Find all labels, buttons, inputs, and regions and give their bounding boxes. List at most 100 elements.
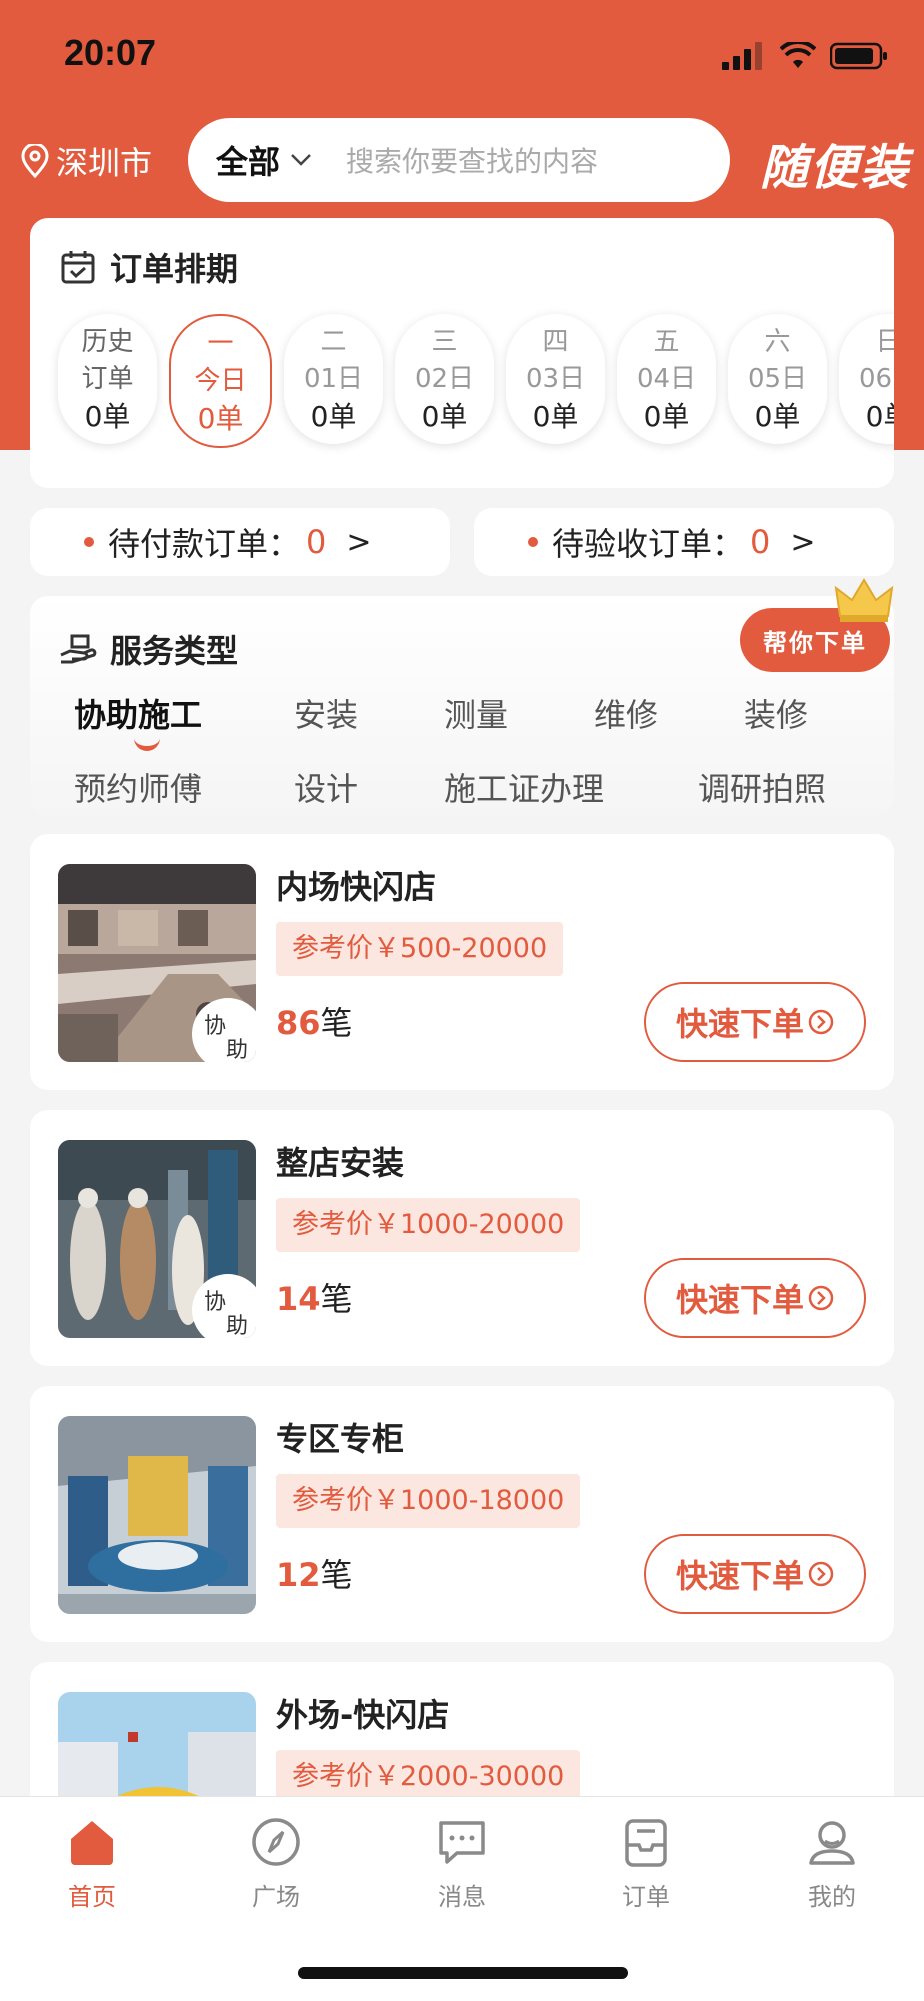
product-name: 整店安装	[276, 1144, 405, 1182]
day-count: 0单	[421, 399, 468, 433]
service-types-section: 服务类型 帮你下单 协助施工 安装 测量 维修 装修 预约师傅 设计 施工证办理…	[30, 578, 894, 816]
day-date: 03日	[525, 363, 586, 394]
schedule-days: 历史 订单 0单 一 今日 0单 二 01日 0单 三 02日 0单 四 03日…	[58, 314, 894, 448]
order-count: 12笔	[276, 1550, 353, 1596]
quick-order-button[interactable]: 快速下单	[644, 1258, 866, 1338]
product-card[interactable]: 专区专柜 参考价￥1000-18000 12笔 快速下单	[30, 1386, 894, 1642]
tab-home[interactable]: 首页	[32, 1815, 152, 1912]
circle-arrow-icon	[808, 1561, 834, 1587]
schedule-day-history[interactable]: 历史 订单 0单	[58, 314, 157, 444]
search-row: 深圳市 全部 搜索你要查找的内容 随便装	[0, 118, 924, 204]
city-label: 深圳市	[56, 144, 153, 182]
badge-char: 协	[204, 1014, 227, 1039]
status-bar: 20:07	[0, 0, 924, 110]
schedule-day[interactable]: 六 05日 0单	[728, 314, 827, 444]
product-image-mall: 协 助	[58, 864, 256, 1062]
tab-profile[interactable]: 我的	[772, 1815, 892, 1912]
product-name: 专区专柜	[276, 1420, 405, 1458]
day-count: 0单	[865, 399, 894, 433]
product-card[interactable]: 协 助 内场快闪店 参考价￥500-20000 86笔 快速下单	[30, 834, 894, 1090]
badge-char: 助	[226, 1038, 249, 1062]
tab-label: 订单	[622, 1883, 670, 1911]
message-icon	[439, 1821, 485, 1864]
tab-survey-photo[interactable]: 调研拍照	[698, 764, 826, 810]
search-bar[interactable]: 全部 搜索你要查找的内容	[188, 118, 730, 202]
price-tag: 参考价￥1000-20000	[276, 1198, 581, 1252]
status-dot	[84, 537, 94, 547]
circle-arrow-icon	[808, 1285, 834, 1311]
schedule-day[interactable]: 日 06日 0单	[839, 314, 894, 444]
day-date: 04日	[636, 363, 697, 394]
status-dot	[528, 537, 538, 547]
tab-label: 我的	[808, 1883, 856, 1911]
pending-acceptance-label: 待验收订单：	[552, 525, 745, 563]
service-types-title: 服务类型	[58, 626, 238, 672]
order-count: 14笔	[276, 1274, 353, 1320]
schedule-day[interactable]: 二 01日 0单	[284, 314, 383, 444]
day-date: 06日	[858, 363, 894, 394]
schedule-day[interactable]: 五 04日 0单	[617, 314, 716, 444]
search-input[interactable]: 搜索你要查找的内容	[346, 140, 598, 180]
status-time: 20:07	[64, 32, 157, 73]
active-tab-indicator	[134, 734, 160, 751]
day-date: 01日	[303, 363, 364, 394]
quick-order-label: 快速下单	[675, 1005, 804, 1043]
price-tag: 参考价￥500-20000	[276, 922, 564, 976]
tab-design[interactable]: 设计	[294, 764, 358, 810]
tab-decorate[interactable]: 装修	[744, 690, 808, 736]
day-label: 三	[431, 326, 458, 357]
search-category-label: 全部	[216, 143, 281, 181]
cellular-signal-icon	[722, 42, 762, 70]
battery-icon	[830, 42, 887, 70]
brand-logo: 随便装	[759, 140, 910, 196]
quick-order-button[interactable]: 快速下单	[644, 1534, 866, 1614]
tab-install[interactable]: 安装	[294, 690, 358, 736]
order-count: 86笔	[276, 998, 353, 1044]
city-selector[interactable]: 深圳市	[20, 138, 152, 184]
chevron-right-icon: >	[346, 524, 372, 560]
schedule-day-today[interactable]: 一 今日 0单	[169, 314, 272, 448]
day-count: 0单	[197, 401, 244, 435]
tab-messages[interactable]: 消息	[402, 1815, 522, 1912]
bottom-tab-bar: 首页 广场 消息 订单 我的	[0, 1796, 924, 2001]
pending-acceptance-orders[interactable]: 待验收订单： 0 >	[474, 508, 894, 576]
pending-payment-orders[interactable]: 待付款订单： 0 >	[30, 508, 450, 576]
day-label: 日	[875, 326, 894, 357]
tab-assist-construction[interactable]: 协助施工	[74, 690, 202, 736]
day-label: 一	[207, 328, 234, 359]
order-count-unit: 笔	[320, 1280, 353, 1318]
day-date: 02日	[414, 363, 475, 394]
system-icons	[722, 42, 888, 70]
location-pin-icon	[21, 144, 49, 178]
order-count-number: 86	[276, 1004, 321, 1042]
schedule-title: 订单排期	[60, 244, 238, 290]
home-indicator	[298, 1967, 628, 1979]
day-count: 0单	[532, 399, 579, 433]
schedule-day[interactable]: 三 02日 0单	[395, 314, 494, 444]
quick-order-button[interactable]: 快速下单	[644, 982, 866, 1062]
pending-acceptance-count: 0	[750, 523, 771, 561]
tab-label: 消息	[438, 1883, 486, 1911]
quick-order-label: 快速下单	[675, 1281, 804, 1319]
calendar-icon	[61, 251, 95, 284]
schedule-day[interactable]: 四 03日 0单	[506, 314, 605, 444]
order-count-number: 12	[276, 1556, 321, 1594]
day-label: 历史	[81, 326, 134, 357]
day-label: 五	[653, 326, 680, 357]
schedule-title-label: 订单排期	[110, 250, 239, 288]
product-name: 外场-快闪店	[276, 1696, 450, 1734]
profile-icon	[809, 1821, 855, 1865]
tab-plaza[interactable]: 广场	[216, 1815, 336, 1912]
product-card[interactable]: 协 助 整店安装 参考价￥1000-20000 14笔 快速下单	[30, 1110, 894, 1366]
tab-permit[interactable]: 施工证办理	[444, 764, 604, 810]
tab-repair[interactable]: 维修	[594, 690, 658, 736]
search-category-dropdown[interactable]: 全部	[216, 137, 312, 183]
tab-book-worker[interactable]: 预约师傅	[74, 764, 202, 810]
tab-measure[interactable]: 测量	[444, 690, 508, 736]
day-label: 二	[320, 326, 347, 357]
pending-payment-count: 0	[306, 523, 327, 561]
tab-orders[interactable]: 订单	[586, 1815, 706, 1912]
circle-arrow-icon	[808, 1009, 834, 1035]
product-image-counter	[58, 1416, 256, 1614]
order-icon	[625, 1819, 667, 1867]
